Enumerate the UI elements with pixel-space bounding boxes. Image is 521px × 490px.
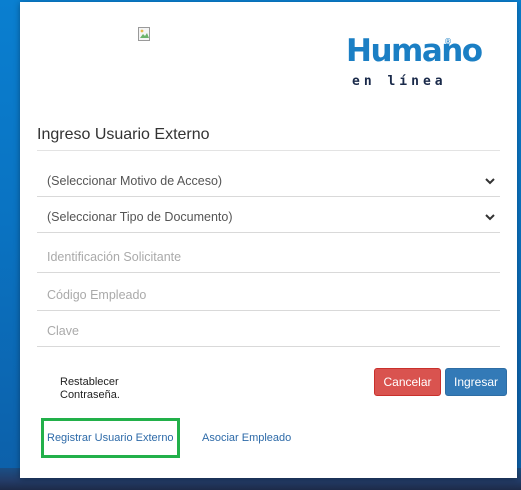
logo-subtitle: en línea [352, 74, 447, 89]
associate-employee-link[interactable]: Asociar Empleado [202, 432, 291, 444]
broken-image-icon [138, 27, 150, 41]
applicant-id-placeholder: Identificación Solicitante [47, 250, 182, 264]
logo-brand: Humano [346, 33, 483, 69]
password-input[interactable]: Clave [37, 316, 500, 347]
login-button[interactable]: Ingresar [445, 368, 507, 396]
employee-code-placeholder: Código Empleado [47, 288, 147, 302]
form-title: Ingreso Usuario Externo [37, 126, 210, 143]
page-background: Humano ® en línea Ingreso Usuario Extern… [0, 0, 521, 490]
document-type-select-value: (Seleccionar Tipo de Documento) [47, 210, 233, 224]
logo-registered-mark: ® [444, 37, 452, 46]
access-reason-select[interactable]: (Seleccionar Motivo de Acceso) [37, 166, 500, 197]
restore-password-link[interactable]: Restablecer Contraseña. [60, 376, 170, 402]
access-reason-select-value: (Seleccionar Motivo de Acceso) [47, 174, 223, 188]
chevron-down-icon [485, 214, 495, 221]
register-external-user-link[interactable]: Registrar Usuario Externo [47, 432, 174, 444]
humano-logo: Humano ® en línea [346, 35, 483, 95]
chevron-down-icon [485, 178, 495, 185]
cancel-button[interactable]: Cancelar [374, 368, 441, 396]
applicant-id-input[interactable]: Identificación Solicitante [37, 242, 500, 273]
password-placeholder: Clave [47, 324, 79, 338]
title-divider [37, 150, 500, 151]
document-type-select[interactable]: (Seleccionar Tipo de Documento) [37, 202, 500, 233]
login-panel: Humano ® en línea Ingreso Usuario Extern… [20, 2, 517, 478]
employee-code-input[interactable]: Código Empleado [37, 280, 500, 311]
